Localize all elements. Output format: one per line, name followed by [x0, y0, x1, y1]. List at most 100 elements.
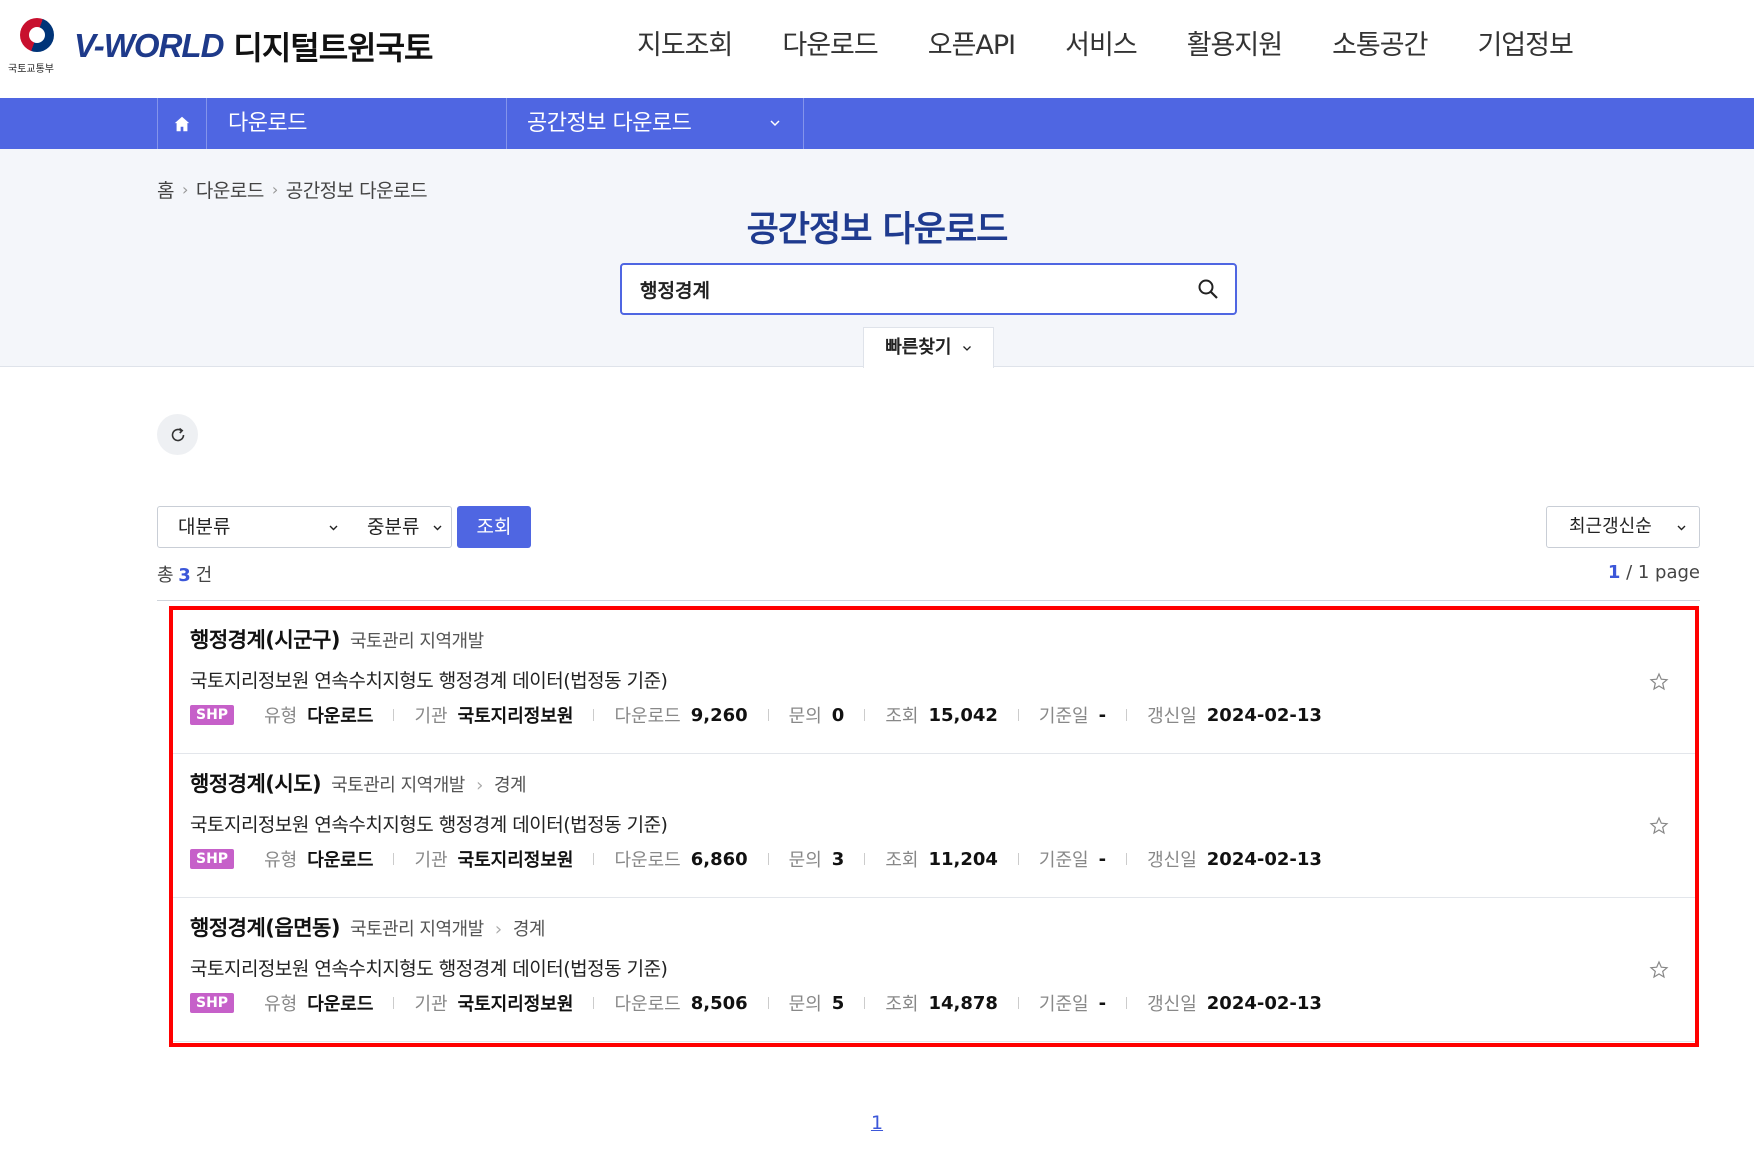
meta-inquiries-value: 5 — [831, 992, 845, 1014]
favorite-star-icon[interactable] — [1649, 960, 1669, 980]
chevron-down-icon — [433, 525, 442, 531]
result-category-main: 국토관리 지역개발 — [349, 919, 484, 940]
result-meta: SHP 유형 다운로드 기관 국토지리정보원 다운로드 6,860 문의 3 조… — [190, 846, 1322, 872]
ministry-logo[interactable]: 국토교통부 — [8, 14, 64, 78]
nav-map-view[interactable]: 지도조회 — [612, 26, 757, 66]
result-category: 국토관리 지역개발 › 경계 — [331, 771, 527, 797]
meta-divider — [767, 853, 769, 865]
nav-open-api[interactable]: 오픈API — [903, 26, 1040, 66]
query-button[interactable]: 조회 — [457, 506, 531, 548]
meta-type-label: 유형 — [264, 994, 298, 1015]
meta-views-label: 조회 — [885, 706, 919, 727]
meta-divider — [1126, 853, 1128, 865]
result-description: 국토지리정보원 연속수치지형도 행정경계 데이터(법정동 기준) — [190, 814, 668, 836]
breadcrumb-home[interactable]: 홈 — [157, 176, 174, 203]
paging-info: 1 / 1 page — [1608, 562, 1700, 583]
refresh-button[interactable] — [157, 414, 198, 455]
meta-type-label: 유형 — [264, 850, 298, 871]
meta-base-date-label: 기준일 — [1038, 994, 1089, 1015]
brand-logo[interactable]: V-WORLD 디지털트윈국토 — [74, 26, 434, 67]
major-category-select[interactable]: 대분류 — [158, 507, 353, 547]
meta-org-value: 국토지리정보원 — [457, 706, 574, 727]
chevron-down-icon — [770, 120, 780, 127]
meta-divider — [593, 709, 595, 721]
meta-base-date-value: - — [1098, 992, 1107, 1014]
chevron-down-icon — [1677, 525, 1686, 531]
breadcrumb: 홈 › 다운로드 › 공간정보 다운로드 — [157, 176, 428, 203]
meta-inquiries-label: 문의 — [788, 850, 822, 871]
meta-updated-value: 2024-02-13 — [1206, 992, 1322, 1014]
home-button[interactable] — [157, 98, 207, 149]
meta-base-date-value: - — [1098, 848, 1107, 870]
nav-support[interactable]: 활용지원 — [1162, 26, 1307, 66]
meta-type-value: 다운로드 — [307, 706, 374, 727]
breadcrumb-current: 공간정보 다운로드 — [285, 180, 428, 202]
nav-community[interactable]: 소통공간 — [1307, 26, 1452, 66]
location-depth2-select[interactable]: 공간정보 다운로드 — [507, 98, 804, 149]
list-item[interactable]: 행정경계(시군구) 국토관리 지역개발 국토지리정보원 연속수치지형도 행정경계… — [173, 610, 1695, 754]
meta-org-label: 기관 — [414, 706, 448, 727]
meta-downloads-label: 다운로드 — [614, 706, 681, 727]
meta-divider — [864, 709, 866, 721]
meta-inquiries-value: 3 — [831, 848, 845, 870]
result-title[interactable]: 행정경계(시도) — [190, 768, 322, 798]
meta-updated-label: 갱신일 — [1147, 850, 1197, 871]
meta-views-value: 15,042 — [928, 704, 998, 726]
result-description: 국토지리정보원 연속수치지형도 행정경계 데이터(법정동 기준) — [190, 670, 668, 692]
meta-base-date-value: - — [1098, 704, 1107, 726]
result-category-main: 국토관리 지역개발 — [349, 631, 484, 652]
meta-divider — [864, 997, 866, 1009]
site-header: 국토교통부 V-WORLD 디지털트윈국토 지도조회 다운로드 오픈API 서비… — [0, 0, 1754, 98]
meta-inquiries-value: 0 — [831, 704, 845, 726]
quick-find-button[interactable]: 빠른찾기 — [863, 327, 994, 368]
meta-downloads-label: 다운로드 — [614, 994, 681, 1015]
nav-company[interactable]: 기업정보 — [1452, 26, 1597, 66]
page-link-1[interactable]: 1 — [871, 1112, 883, 1134]
meta-divider — [1017, 709, 1019, 721]
breadcrumb-separator-icon: › — [181, 180, 188, 199]
location-depth1[interactable]: 다운로드 — [207, 98, 507, 149]
result-category-main: 국토관리 지역개발 — [331, 775, 465, 796]
total-count: 총 3 건 — [157, 561, 212, 587]
meta-type-value: 다운로드 — [307, 994, 374, 1015]
location-bar: 다운로드 공간정보 다운로드 — [0, 98, 1754, 149]
result-meta: SHP 유형 다운로드 기관 국토지리정보원 다운로드 9,260 문의 0 조… — [190, 702, 1322, 728]
list-item[interactable]: 행정경계(읍면동) 국토관리 지역개발 › 경계 국토지리정보원 연속수치지형도… — [173, 898, 1695, 1042]
breadcrumb-download[interactable]: 다운로드 — [196, 176, 264, 203]
category-filter-group: 대분류 중분류 — [157, 506, 452, 548]
meta-divider — [393, 853, 395, 865]
result-title[interactable]: 행정경계(시군구) — [190, 624, 340, 654]
meta-divider — [1017, 997, 1019, 1009]
meta-views-label: 조회 — [885, 850, 919, 871]
meta-updated-value: 2024-02-13 — [1206, 848, 1322, 870]
brand-sub: 디지털트윈국토 — [233, 29, 433, 67]
meta-divider — [767, 709, 769, 721]
meta-inquiries-label: 문의 — [788, 994, 822, 1015]
home-icon — [174, 116, 190, 131]
taegeuk-emblem-icon — [20, 18, 54, 52]
meta-inquiries-label: 문의 — [788, 706, 822, 727]
sort-select[interactable]: 최근갱신순 — [1546, 506, 1700, 548]
search-icon[interactable] — [1197, 278, 1219, 300]
result-meta: SHP 유형 다운로드 기관 국토지리정보원 다운로드 8,506 문의 5 조… — [190, 990, 1322, 1016]
category-separator-icon: › — [476, 775, 483, 796]
meta-views-value: 14,878 — [928, 992, 998, 1014]
meta-divider — [767, 997, 769, 1009]
location-depth2-label: 공간정보 다운로드 — [527, 111, 692, 136]
major-category-label: 대분류 — [178, 516, 231, 538]
meta-org-value: 국토지리정보원 — [457, 850, 574, 871]
page-total: / 1 page — [1626, 562, 1700, 583]
meta-org-label: 기관 — [414, 850, 448, 871]
nav-download[interactable]: 다운로드 — [757, 26, 902, 66]
result-title[interactable]: 행정경계(읍면동) — [190, 912, 340, 942]
meta-divider — [1126, 709, 1128, 721]
favorite-star-icon[interactable] — [1649, 672, 1669, 692]
nav-service[interactable]: 서비스 — [1040, 26, 1162, 66]
meta-type-value: 다운로드 — [307, 850, 374, 871]
list-item[interactable]: 행정경계(시도) 국토관리 지역개발 › 경계 국토지리정보원 연속수치지형도 … — [173, 754, 1695, 898]
page-title: 공간정보 다운로드 — [746, 210, 1009, 250]
middle-category-select[interactable]: 중분류 — [353, 507, 453, 547]
search-input[interactable] — [640, 273, 1180, 305]
favorite-star-icon[interactable] — [1649, 816, 1669, 836]
ministry-name: 국토교통부 — [8, 64, 54, 75]
